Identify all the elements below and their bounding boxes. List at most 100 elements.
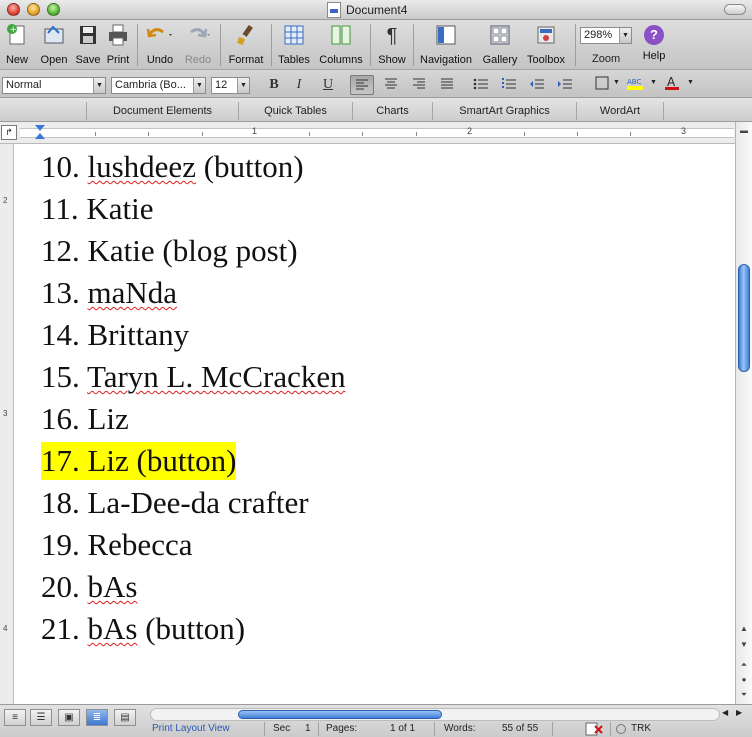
tab-stop-selector[interactable]: ↱: [1, 125, 17, 140]
new-label: New: [5, 54, 28, 66]
scroll-up-button[interactable]: ▲: [737, 622, 751, 636]
list-text: Brittany: [87, 317, 190, 352]
new-document-icon: +: [2, 23, 32, 49]
align-left-button[interactable]: [350, 75, 374, 95]
status-separator: [318, 722, 319, 736]
underline-button[interactable]: U: [316, 75, 340, 95]
open-button[interactable]: Open: [38, 23, 70, 67]
publishing-view-button[interactable]: ▣: [58, 709, 80, 726]
navigation-button[interactable]: Navigation: [417, 23, 475, 67]
list-item: 16. Liz: [41, 400, 129, 438]
font-select[interactable]: Cambria (Bo... ▼: [111, 77, 206, 94]
draft-view-button[interactable]: ≡: [4, 709, 26, 726]
minimize-window-button[interactable]: [27, 3, 40, 16]
ruler-tick: [95, 132, 96, 136]
window-title: Document4: [346, 3, 408, 17]
borders-button[interactable]: [590, 75, 614, 95]
hanging-indent-marker[interactable]: [35, 133, 45, 139]
tables-label: Tables: [278, 54, 310, 66]
toolbar-toggle-button[interactable]: [724, 4, 746, 15]
toolbox-button[interactable]: Toolbox: [522, 23, 570, 67]
show-label: Show: [378, 54, 406, 66]
zoom-window-button[interactable]: [47, 3, 60, 16]
save-button[interactable]: Save: [74, 23, 102, 67]
format-button[interactable]: Format: [226, 23, 266, 67]
draft-view-icon: ≡: [12, 712, 18, 723]
close-window-button[interactable]: [7, 3, 20, 16]
tab-smartart-graphics[interactable]: SmartArt Graphics: [432, 102, 576, 120]
browse-object-button[interactable]: ●: [737, 673, 751, 687]
next-page-button[interactable]: ⏷: [737, 688, 751, 702]
track-changes-toggle-icon[interactable]: [616, 724, 626, 734]
align-center-button[interactable]: [379, 75, 403, 95]
redo-label: Redo: [184, 54, 212, 66]
tab-charts[interactable]: Charts: [352, 102, 432, 120]
gallery-icon: [480, 23, 520, 49]
chevron-down-icon: ▼: [613, 79, 620, 86]
vertical-scroll-thumb[interactable]: [738, 264, 750, 372]
toolbar-separator: [220, 24, 221, 66]
print-button[interactable]: Print: [104, 23, 132, 67]
open-label: Open: [40, 54, 68, 66]
list-item: 15. Taryn L. McCracken: [41, 358, 346, 396]
vruler-mark: 4: [3, 624, 8, 633]
style-select[interactable]: Normal ▼: [2, 77, 106, 94]
horizontal-scrollbar[interactable]: [150, 708, 720, 721]
undo-arrow-icon: [142, 23, 178, 49]
table-grid-icon: [276, 23, 312, 49]
font-size-select[interactable]: 12 ▼: [211, 77, 250, 94]
pages-value: 1 of 1: [390, 723, 416, 734]
columns-button[interactable]: Columns: [316, 23, 366, 67]
format-brush-icon: [226, 23, 266, 49]
numbering-button[interactable]: [497, 75, 521, 95]
redo-button[interactable]: Redo: [180, 23, 216, 67]
scroll-left-button[interactable]: ◀: [722, 708, 728, 717]
bullets-button[interactable]: [469, 75, 493, 95]
font-color-button[interactable]: A: [660, 75, 684, 95]
increase-indent-button[interactable]: [553, 75, 577, 95]
ruler-track[interactable]: [20, 128, 734, 138]
track-changes-label: TRK: [631, 723, 651, 734]
tab-quick-tables[interactable]: Quick Tables: [238, 102, 352, 120]
horizontal-scroll-thumb[interactable]: [238, 710, 442, 719]
tab-document-elements[interactable]: Document Elements: [86, 102, 238, 120]
highlight-button[interactable]: ABC: [623, 75, 647, 95]
new-button[interactable]: + New: [2, 23, 32, 67]
undo-button[interactable]: Undo: [142, 23, 178, 67]
align-right-button[interactable]: [407, 75, 431, 95]
spelling-status-icon[interactable]: [584, 722, 604, 737]
list-number: 18.: [41, 485, 80, 520]
zoom-select[interactable]: 298% ▼: [580, 27, 632, 44]
scroll-right-button[interactable]: ▶: [736, 708, 742, 717]
status-separator: [610, 722, 611, 736]
list-number: 11.: [41, 191, 79, 226]
align-left-icon: [356, 79, 368, 90]
notebook-view-button[interactable]: ▤: [114, 709, 136, 726]
italic-button[interactable]: I: [287, 75, 311, 95]
title-bar: Document4: [0, 0, 752, 20]
toolbar-separator: [370, 24, 371, 66]
show-button[interactable]: ¶ Show: [374, 23, 410, 67]
justify-button[interactable]: [435, 75, 459, 95]
publishing-view-icon: ▣: [64, 712, 74, 723]
help-button[interactable]: ? Help: [634, 23, 674, 67]
vertical-scrollbar[interactable]: ▬ ▲ ▼ ⏶ ● ⏷: [735, 122, 752, 704]
bold-button[interactable]: B: [262, 75, 286, 95]
decrease-indent-button[interactable]: [525, 75, 549, 95]
tables-button[interactable]: Tables: [276, 23, 312, 67]
section-label: Sec: [273, 723, 291, 734]
scroll-down-button[interactable]: ▼: [737, 638, 751, 652]
split-handle[interactable]: ▬: [737, 124, 751, 138]
previous-page-button[interactable]: ⏶: [737, 658, 751, 672]
gallery-button[interactable]: Gallery: [480, 23, 520, 67]
list-text: maNda: [87, 275, 178, 310]
document-page[interactable]: 10. lushdeez (button) 11. Katie 12. Kati…: [15, 144, 735, 704]
tab-wordart[interactable]: WordArt: [576, 102, 664, 120]
outline-view-button[interactable]: ☰: [30, 709, 52, 726]
vertical-ruler: 2 3 4: [0, 144, 14, 704]
document-icon: [327, 2, 341, 18]
formatting-toolbar: Normal ▼ Cambria (Bo... ▼ 12 ▼ B I U ▼ A…: [0, 70, 752, 98]
ruler-tick: [202, 132, 203, 136]
print-layout-view-button[interactable]: ≣: [86, 709, 108, 726]
first-line-indent-marker[interactable]: [35, 125, 45, 131]
